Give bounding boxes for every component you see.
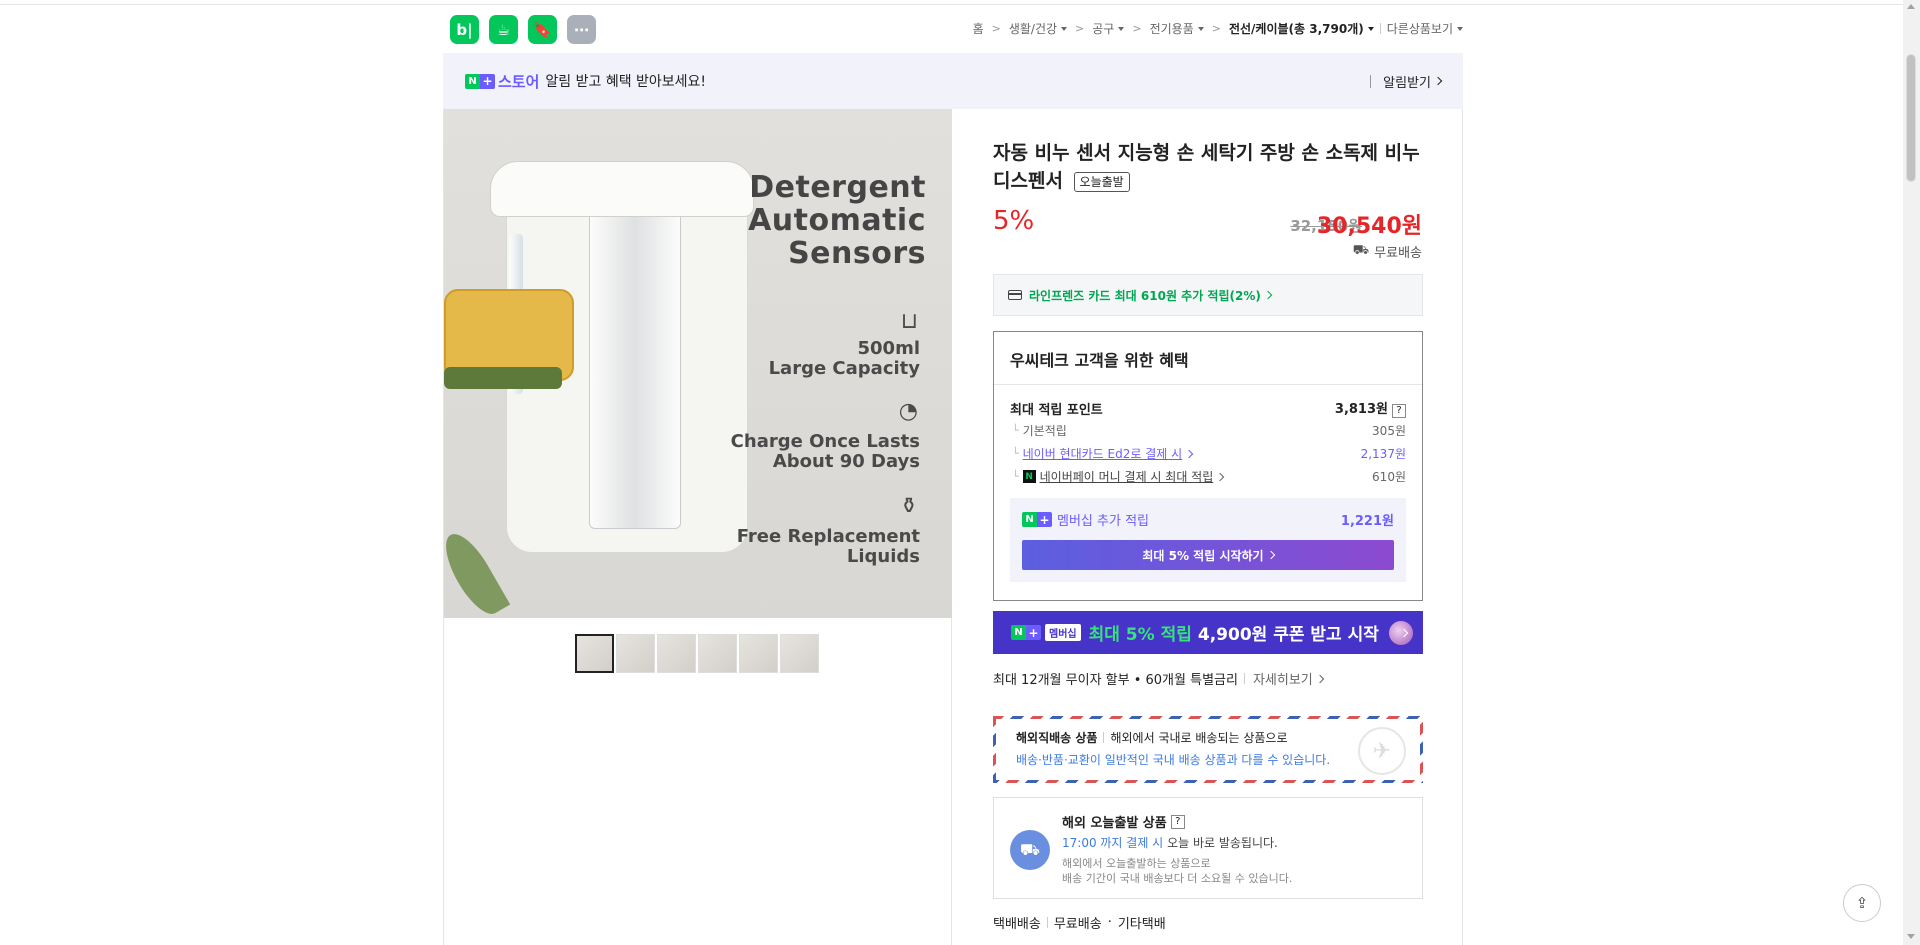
help-icon[interactable]: ? [1392, 404, 1406, 418]
basic-points-row: └ 기본적립 305원 [1012, 424, 1406, 438]
app-icons: b| ☕ 🔖 ⋯ [450, 15, 596, 44]
share-icon: ⇪ [1855, 894, 1869, 912]
breadcrumb-category-2[interactable]: 공구 [1092, 20, 1125, 37]
product-info: 자동 비누 센서 지능형 손 세탁기 주방 손 소독제 비누 디스펜서 오늘출발… [952, 109, 1463, 945]
page-wrapper: b| ☕ 🔖 ⋯ 홈 > 생활/건강 > 공구 > 전기용품 > 전선/케이블(… [443, 0, 1463, 945]
overseas-today-shipping: ⛟ 해외 오늘출발 상품? 17:00 까지 결제 시 오늘 바로 발송됩니다.… [993, 797, 1423, 899]
nplus-logo-icon: N + [1022, 512, 1052, 527]
coupon-banner[interactable]: N + 멤버십 최대 5% 적립 4,900원 쿠폰 받고 시작 [993, 611, 1423, 654]
npay-icon: N [1022, 470, 1036, 483]
breadcrumb-current[interactable]: 전선/케이블(총 3,790개) [1229, 20, 1374, 37]
alarm-button[interactable]: 알림받기 [1370, 72, 1443, 91]
chevron-right-icon [1433, 76, 1443, 86]
bottle-icon: ⚱ [899, 494, 918, 519]
thumbnail[interactable] [698, 634, 737, 673]
nplus-logo-icon: N + [1011, 625, 1041, 640]
caret-down-icon [1061, 26, 1068, 31]
installment-info: 최대 12개월 무이자 할부 • 60개월 특별금리 자세히보기 [993, 669, 1325, 688]
delivery-info: 택배배송 무료배송 · 기타택배 [993, 915, 1166, 932]
thumbnail[interactable] [739, 634, 778, 673]
breadcrumb-separator: > [1132, 22, 1142, 35]
feature-capacity: 500ml Large Capacity [768, 338, 920, 379]
truck-icon: ⛟ [1010, 830, 1050, 870]
airplane-stamp-icon: ✈ [1358, 727, 1406, 775]
more-icon[interactable]: ⋯ [567, 15, 596, 44]
installment-detail-link[interactable]: 자세히보기 [1253, 669, 1325, 688]
caret-down-icon [1197, 26, 1204, 31]
thumbnail[interactable] [780, 634, 819, 673]
today-shipping-badge: 오늘출발 [1073, 171, 1130, 192]
max-points-row: 최대 적립 포인트 3,813원? [1010, 398, 1406, 418]
credit-card-icon [1008, 290, 1022, 300]
clock-icon: ◔ [898, 399, 918, 424]
chevron-right-icon [1263, 290, 1273, 300]
breadcrumb-category-3[interactable]: 전기용품 [1150, 20, 1204, 37]
scrollbar[interactable] [1903, 0, 1920, 945]
alarm-bar: N + 스토어 알림 받고 혜택 받아보세요! 알림받기 [443, 53, 1463, 109]
help-icon[interactable]: ? [1170, 814, 1185, 829]
benefit-box: 우씨테크 고객을 위한 혜택 최대 적립 포인트 3,813원? └ 기본적립 3… [993, 331, 1423, 601]
hyundai-card-row: └ 네이버 현대카드 Ed2로 결제 시 2,137원 [1012, 445, 1406, 462]
chevron-right-icon [1216, 472, 1225, 481]
sale-price: 30,540원 [1316, 214, 1422, 239]
breadcrumb-separator: > [991, 22, 1001, 35]
caret-down-icon [1118, 26, 1125, 31]
chevron-right-icon [1266, 550, 1275, 560]
breadcrumb-category-1[interactable]: 생활/건강 [1009, 20, 1068, 37]
other-products-link[interactable]: 다른상품보기 [1387, 20, 1463, 37]
nplus-logo-icon: N + [465, 73, 495, 89]
product-main-image[interactable]: Detergent Automatic Sensors ⊔ 500ml Larg… [444, 109, 952, 618]
store-label: 스토어 [498, 72, 540, 91]
hyundai-card-link[interactable]: 네이버 현대카드 Ed2로 결제 시 [1023, 445, 1183, 462]
cup-icon: ⊔ [900, 309, 918, 334]
breadcrumb-home[interactable]: 홈 [973, 20, 984, 37]
thumbnail[interactable] [657, 634, 696, 673]
discount-rate: 5% [993, 206, 1035, 236]
share-button[interactable]: ⇪ [1843, 884, 1881, 922]
product-gallery: Detergent Automatic Sensors ⊔ 500ml Larg… [443, 109, 952, 945]
truck-icon: ⛟ [1352, 243, 1370, 258]
bookmark-icon[interactable]: 🔖 [528, 15, 557, 44]
breadcrumb-separator: > [1211, 22, 1221, 35]
thumbnail[interactable] [616, 634, 655, 673]
thumbnail-strip [575, 634, 819, 673]
breadcrumb: 홈 > 생활/건강 > 공구 > 전기용품 > 전선/케이블(총 3,790개)… [973, 20, 1463, 37]
product-title: 자동 비누 센서 지능형 손 세탁기 주방 손 소독제 비누 디스펜서 오늘출발 [993, 142, 1420, 192]
npay-money-row: └ N 네이버페이 머니 결제 시 최대 적립 610원 [1012, 468, 1406, 485]
thumbnail[interactable] [575, 634, 614, 673]
blog-icon[interactable]: b| [450, 15, 479, 44]
overseas-direct-notice: 해외직배송 상품 해외에서 국내로 배송되는 상품으로 배송·반품·교환이 일반적… [993, 716, 1423, 783]
caret-down-icon [1457, 26, 1463, 31]
feature-liquids: Free Replacement Liquids [736, 526, 920, 567]
alarm-text: 알림 받고 혜택 받아보세요! [545, 74, 707, 90]
npay-money-link[interactable]: 네이버페이 머니 결제 시 최대 적립 [1040, 468, 1214, 485]
chevron-right-icon [1184, 449, 1194, 458]
chevron-right-icon [1315, 674, 1325, 683]
breadcrumb-separator: > [1075, 22, 1085, 35]
scroll-down-icon[interactable] [1907, 934, 1915, 939]
leaf-illustration [444, 526, 511, 618]
feature-charge: Charge Once Lasts About 90 Days [730, 431, 920, 472]
scrollbar-thumb[interactable] [1906, 54, 1916, 182]
breadcrumb-divider [1379, 23, 1381, 34]
image-title: Detergent Automatic Sensors [748, 170, 926, 271]
membership-box: N + 멤버십 추가 적립 1,221원 최대 5% 적립 시작하기 [1010, 498, 1406, 582]
cafe-icon[interactable]: ☕ [489, 15, 518, 44]
caret-down-icon [1367, 26, 1374, 31]
shipping-info: ⛟ 무료배송 [1352, 243, 1422, 261]
card-promo[interactable]: 라인프렌즈 카드 최대 610원 추가 적립(2%) [993, 274, 1423, 316]
scroll-up-icon[interactable] [1907, 4, 1915, 9]
benefit-title: 우씨테크 고객을 위한 혜택 [1010, 351, 1189, 370]
start-membership-button[interactable]: 최대 5% 적립 시작하기 [1022, 540, 1394, 570]
